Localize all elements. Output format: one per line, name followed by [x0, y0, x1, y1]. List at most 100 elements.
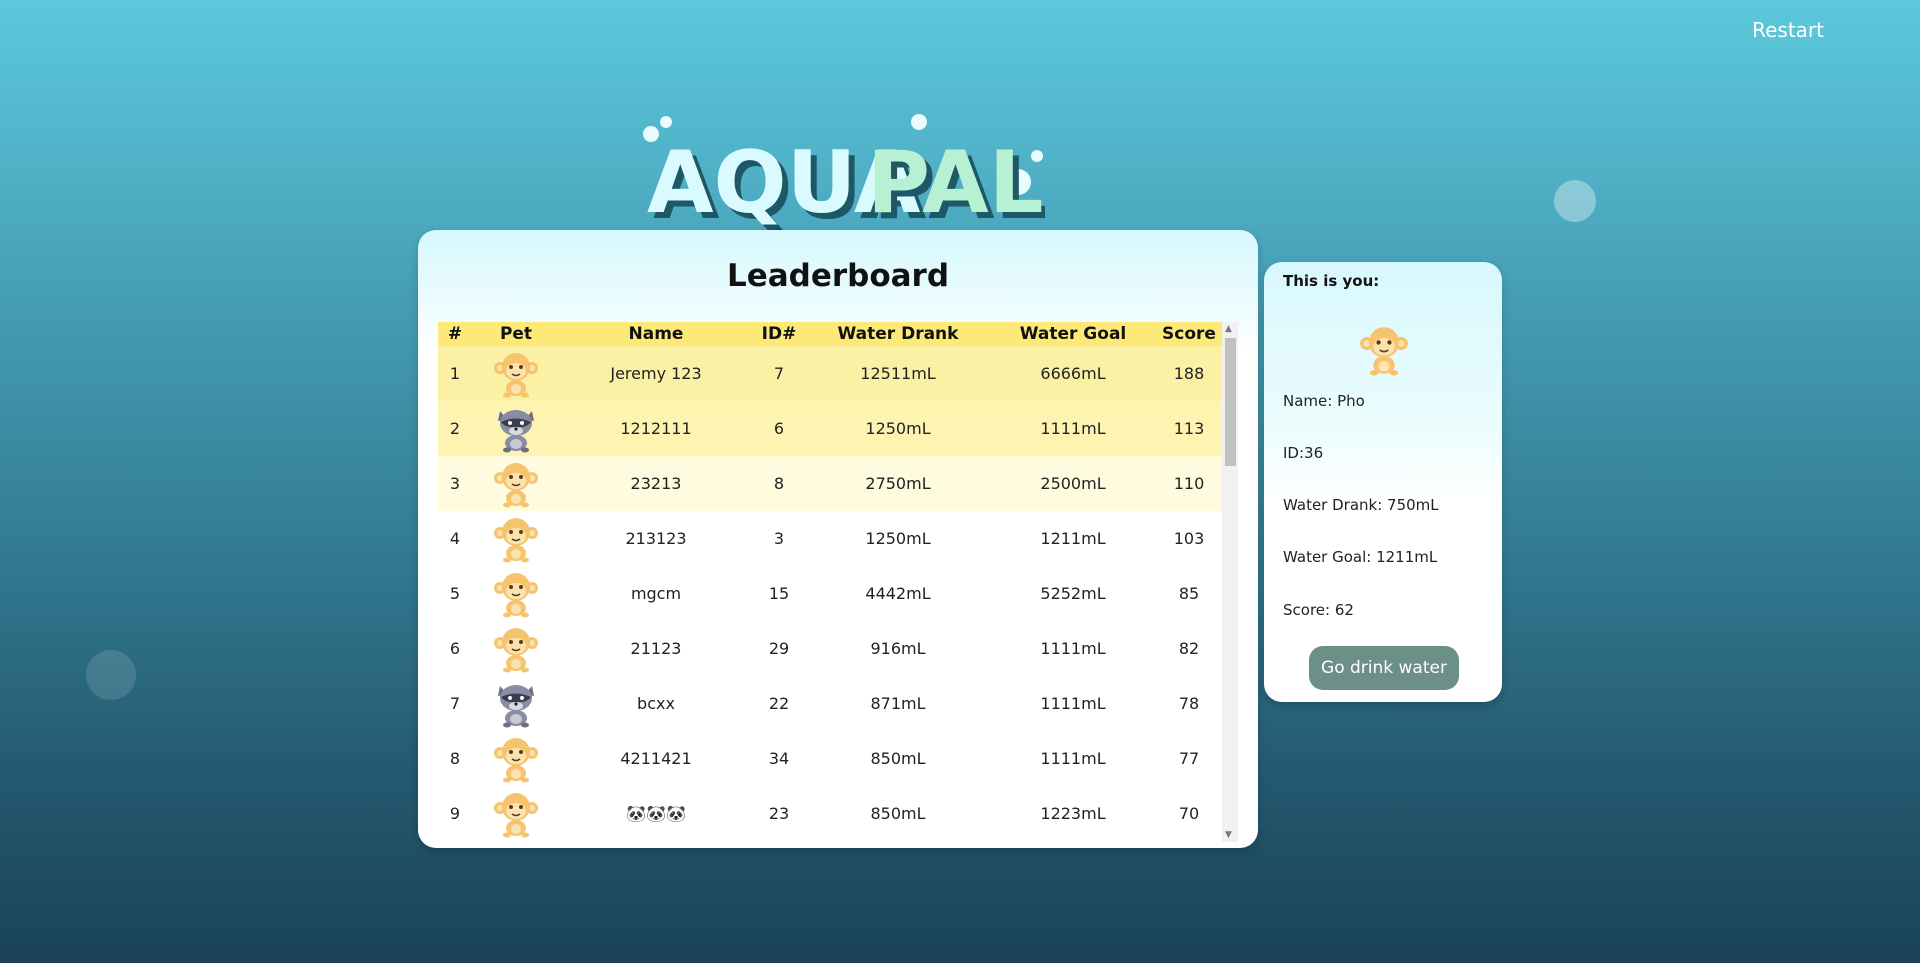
- id-cell: 23: [768, 804, 790, 823]
- table-row: 8 4211421 34 850mL 1111mL 77: [438, 731, 1222, 786]
- leaderboard-table-container[interactable]: # Pet Name ID# Water Drank Water Goal Sc…: [438, 322, 1256, 842]
- pet-cell: [472, 346, 560, 401]
- you-card-title: This is you:: [1283, 272, 1380, 290]
- pet-cell: [472, 621, 560, 676]
- column-header-score: Score: [1156, 322, 1222, 346]
- leaderboard-scrollbar[interactable]: ▲ ▼: [1222, 322, 1238, 842]
- rank-cell: 7: [449, 694, 461, 713]
- score-cell: 70: [1178, 804, 1200, 823]
- pet-cell: [472, 566, 560, 621]
- water-goal-cell: 1111mL: [1040, 749, 1106, 768]
- monkey-pet-icon: [492, 625, 540, 673]
- score-cell: 103: [1173, 529, 1205, 548]
- decorative-bubble: [86, 650, 136, 700]
- you-water-goal: Water Goal: 1211mL: [1283, 548, 1438, 566]
- table-row: 9 🐼🐼🐼 23 850mL 1223mL 70: [438, 786, 1222, 841]
- name-cell: 🐼🐼🐼: [626, 804, 686, 823]
- rank-cell: 3: [438, 456, 472, 511]
- id-cell: 34: [768, 749, 790, 768]
- name-cell: 1212111: [560, 401, 752, 456]
- scrollbar-thumb[interactable]: [1225, 338, 1236, 466]
- raccoon-pet-icon: [492, 680, 540, 728]
- water-goal-cell: 6666mL: [990, 346, 1156, 401]
- name-cell: 21123: [630, 639, 682, 658]
- column-header-water-drank: Water Drank: [806, 322, 990, 346]
- name-cell: bcxx: [637, 694, 675, 713]
- column-header-name: Name: [560, 322, 752, 346]
- name-cell: 213123: [625, 529, 687, 548]
- table-row: 4 213123 3 1250mL 1211mL 103: [438, 511, 1222, 566]
- table-row: 2 1212111 6 1250mL 1111mL 113: [438, 401, 1222, 456]
- water-goal-cell: 1111mL: [1040, 639, 1106, 658]
- score-cell: 188: [1156, 346, 1222, 401]
- water-goal-cell: 1223mL: [1040, 804, 1106, 823]
- scroll-down-arrow-icon[interactable]: ▼: [1225, 830, 1232, 840]
- table-row: 7 bcxx 22 871mL 1111mL 78: [438, 676, 1222, 731]
- pet-cell: [472, 676, 560, 731]
- leaderboard-table: # Pet Name ID# Water Drank Water Goal Sc…: [438, 322, 1222, 841]
- rank-cell: 4: [449, 529, 461, 548]
- id-cell: 29: [768, 639, 790, 658]
- name-cell: mgcm: [630, 584, 682, 603]
- water-goal-cell: 5252mL: [1040, 584, 1106, 603]
- monkey-pet-icon: [492, 350, 540, 398]
- column-header-id: ID#: [752, 322, 806, 346]
- score-cell: 77: [1178, 749, 1200, 768]
- monkey-pet-icon: [492, 735, 540, 783]
- score-cell: 82: [1178, 639, 1200, 658]
- restart-link[interactable]: Restart: [1752, 18, 1824, 42]
- scroll-up-arrow-icon[interactable]: ▲: [1225, 324, 1232, 334]
- leaderboard-title: Leaderboard: [726, 258, 950, 294]
- rank-cell: 1: [438, 346, 472, 401]
- pet-cell: [472, 401, 560, 456]
- water-goal-cell: 2500mL: [990, 456, 1156, 511]
- you-score: Score: 62: [1283, 601, 1354, 619]
- water-drank-cell: 2750mL: [806, 456, 990, 511]
- pet-cell: [472, 786, 560, 841]
- water-drank-cell: 4442mL: [865, 584, 931, 603]
- score-cell: 110: [1156, 456, 1222, 511]
- water-goal-cell: 1211mL: [1040, 529, 1106, 548]
- rank-cell: 8: [449, 749, 461, 768]
- column-header-water-goal: Water Goal: [990, 322, 1156, 346]
- pet-cell: [472, 731, 560, 786]
- column-header-rank: #: [438, 322, 472, 346]
- monkey-pet-icon: [492, 515, 540, 563]
- monkey-pet-icon: [492, 790, 540, 838]
- name-cell: Jeremy 123: [560, 346, 752, 401]
- water-drank-cell: 850mL: [870, 804, 926, 823]
- table-row: 5 mgcm 15 4442mL 5252mL 85: [438, 566, 1222, 621]
- id-cell: 15: [768, 584, 790, 603]
- name-cell: 4211421: [620, 749, 692, 768]
- water-goal-cell: 1111mL: [990, 401, 1156, 456]
- score-cell: 113: [1156, 401, 1222, 456]
- water-drank-cell: 12511mL: [806, 346, 990, 401]
- svg-text:PAL: PAL: [867, 133, 1044, 230]
- name-cell: 23213: [560, 456, 752, 511]
- rank-cell: 5: [449, 584, 461, 603]
- column-header-pet: Pet: [472, 322, 560, 346]
- raccoon-pet-icon: [492, 405, 540, 453]
- table-row: 6 21123 29 916mL 1111mL 82: [438, 621, 1222, 676]
- you-name: Name: Pho: [1283, 392, 1365, 410]
- water-drank-cell: 1250mL: [865, 529, 931, 548]
- rank-cell: 9: [449, 804, 461, 823]
- monkey-pet-icon: [1358, 324, 1410, 376]
- decorative-bubble: [1554, 180, 1596, 222]
- water-drank-cell: 916mL: [870, 639, 926, 658]
- water-goal-cell: 1111mL: [1040, 694, 1106, 713]
- monkey-pet-icon: [492, 460, 540, 508]
- id-cell: 7: [752, 346, 806, 401]
- table-row: 3 23213 8 2750mL 2500mL 110: [438, 456, 1222, 511]
- id-cell: 22: [768, 694, 790, 713]
- pet-cell: [472, 511, 560, 566]
- rank-cell: 6: [449, 639, 461, 658]
- water-drank-cell: 1250mL: [806, 401, 990, 456]
- you-card: This is you: Name: Pho ID:36 Water Drank…: [1264, 262, 1502, 702]
- rank-cell: 2: [438, 401, 472, 456]
- score-cell: 78: [1178, 694, 1200, 713]
- go-drink-water-button[interactable]: Go drink water: [1309, 646, 1459, 690]
- id-cell: 8: [752, 456, 806, 511]
- table-row: 1 Jeremy 123 7 12511mL 6666mL 188: [438, 346, 1222, 401]
- pet-cell: [472, 456, 560, 511]
